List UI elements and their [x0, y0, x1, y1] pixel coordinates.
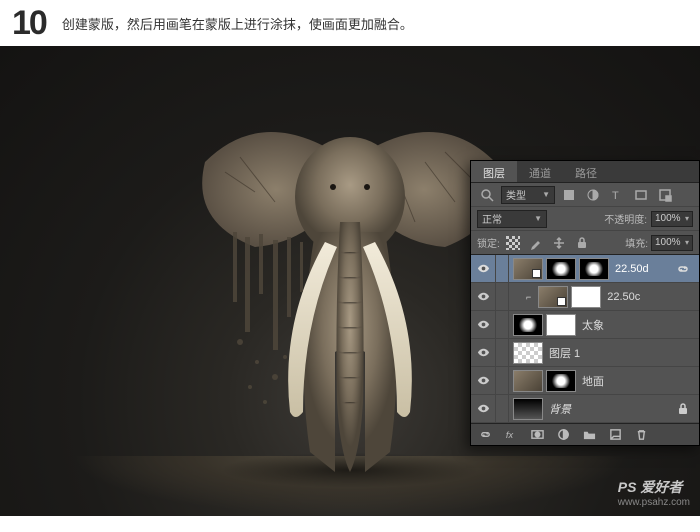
visibility-icon[interactable]: [471, 262, 495, 275]
layer-name[interactable]: 22.50d: [609, 263, 649, 275]
lock-row: 锁定: 填充: 100%▾: [471, 231, 699, 255]
blend-row: 正常▼ 不透明度: 100%▾: [471, 207, 699, 231]
lock-icon: [673, 400, 693, 418]
mask-thumb[interactable]: [571, 286, 601, 308]
blend-mode-dropdown[interactable]: 正常▼: [477, 210, 547, 228]
filter-kind-dropdown[interactable]: 类型▼: [501, 186, 555, 204]
new-group-button[interactable]: [579, 426, 599, 444]
layer-row[interactable]: 太象: [471, 311, 699, 339]
panel-menu-icon[interactable]: [683, 161, 699, 182]
layer-thumbs: [509, 258, 609, 280]
layer-thumb[interactable]: [513, 314, 543, 336]
visibility-icon[interactable]: [471, 318, 495, 331]
link-icon[interactable]: [673, 260, 693, 278]
filter-pixel-icon[interactable]: [559, 186, 579, 204]
panel-footer: fx: [471, 423, 699, 445]
layer-name[interactable]: 图层 1: [543, 345, 580, 361]
visibility-icon[interactable]: [471, 374, 495, 387]
link-column: [495, 311, 509, 338]
mask-thumb[interactable]: [546, 370, 576, 392]
layer-thumbs: [509, 342, 543, 364]
link-column: [495, 255, 509, 282]
layer-row[interactable]: 地面: [471, 367, 699, 395]
filter-smart-icon[interactable]: [655, 186, 675, 204]
filter-type-icon[interactable]: T: [607, 186, 627, 204]
tab-channels[interactable]: 通道: [517, 161, 563, 182]
link-column: [495, 395, 509, 422]
filter-row: 类型▼ T: [471, 183, 699, 207]
layers-panel: 图层 通道 路径 类型▼ T 正常▼ 不透明度: 100%▾ 锁定: 填充: 1…: [470, 160, 700, 446]
add-mask-button[interactable]: [527, 426, 547, 444]
step-number: 10: [12, 4, 46, 43]
chevron-down-icon: ▾: [685, 238, 689, 247]
lock-all-icon[interactable]: [572, 234, 592, 252]
opacity-label: 不透明度:: [604, 211, 647, 226]
layer-row[interactable]: 背景: [471, 395, 699, 423]
layer-name[interactable]: 背景: [543, 401, 571, 417]
chevron-down-icon: ▾: [685, 214, 689, 223]
lock-label: 锁定:: [477, 235, 500, 250]
link-layers-button[interactable]: [475, 426, 495, 444]
watermark-url: www.psahz.com: [618, 497, 690, 508]
layer-name[interactable]: 22.50c: [601, 291, 640, 303]
chevron-down-icon: ▼: [542, 190, 550, 199]
delete-layer-button[interactable]: [631, 426, 651, 444]
layer-thumbs: [509, 314, 576, 336]
layer-thumb[interactable]: [513, 370, 543, 392]
tab-layers[interactable]: 图层: [471, 161, 517, 182]
mask-thumb[interactable]: [546, 258, 576, 280]
adjustment-layer-button[interactable]: [553, 426, 573, 444]
fill-label: 填充:: [625, 235, 648, 250]
layer-row[interactable]: 22.50d: [471, 255, 699, 283]
layer-name[interactable]: 地面: [576, 373, 604, 389]
layer-style-button[interactable]: fx: [501, 426, 521, 444]
opacity-input[interactable]: 100%▾: [651, 211, 693, 227]
layer-name[interactable]: 太象: [576, 317, 604, 333]
layer-row[interactable]: ⌐ 22.50c: [471, 283, 699, 311]
mask-thumb[interactable]: [546, 314, 576, 336]
layer-thumb[interactable]: [513, 398, 543, 420]
layer-thumb[interactable]: [538, 286, 568, 308]
filter-adjust-icon[interactable]: [583, 186, 603, 204]
lock-transparent-icon[interactable]: [503, 234, 523, 252]
link-column: [495, 339, 509, 366]
watermark-brand: PS 爱好者: [618, 479, 683, 495]
mask-thumb[interactable]: [579, 258, 609, 280]
layer-row[interactable]: 图层 1: [471, 339, 699, 367]
svg-text:fx: fx: [505, 430, 513, 440]
layer-thumb[interactable]: [513, 258, 543, 280]
svg-text:T: T: [612, 190, 619, 202]
layer-thumb[interactable]: [513, 342, 543, 364]
link-column: [495, 283, 509, 310]
visibility-icon[interactable]: [471, 346, 495, 359]
fill-input[interactable]: 100%▾: [651, 235, 693, 251]
layer-thumbs: [509, 398, 543, 420]
chevron-down-icon: ▼: [534, 214, 542, 223]
layer-thumbs: [509, 370, 576, 392]
clip-icon: ⌐: [523, 292, 534, 302]
tab-paths[interactable]: 路径: [563, 161, 609, 182]
watermark: PS 爱好者 www.psahz.com: [618, 477, 690, 508]
tutorial-header: 10 创建蒙版，然后用画笔在蒙版上进行涂抹，使画面更加融合。: [0, 0, 700, 46]
search-icon[interactable]: [477, 186, 497, 204]
new-layer-button[interactable]: [605, 426, 625, 444]
visibility-icon[interactable]: [471, 402, 495, 415]
panel-tabs: 图层 通道 路径: [471, 161, 699, 183]
link-column: [495, 367, 509, 394]
visibility-icon[interactable]: [471, 290, 495, 303]
lock-paint-icon[interactable]: [526, 234, 546, 252]
layer-thumbs: [534, 286, 601, 308]
layer-list: 22.50d ⌐ 22.50c 太象: [471, 255, 699, 423]
filter-shape-icon[interactable]: [631, 186, 651, 204]
lock-position-icon[interactable]: [549, 234, 569, 252]
step-instruction: 创建蒙版，然后用画笔在蒙版上进行涂抹，使画面更加融合。: [62, 14, 413, 33]
elephant-illustration: [185, 92, 515, 492]
